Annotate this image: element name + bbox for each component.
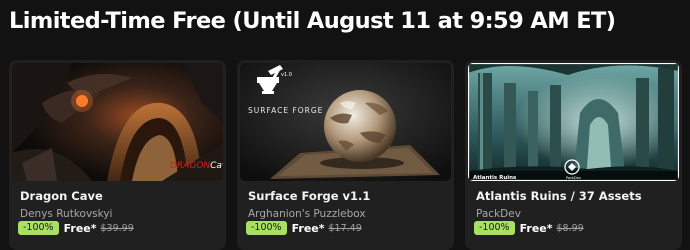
product-publisher[interactable]: PackDev	[476, 208, 521, 220]
atlantis-ruins-image: Atlantis Ruins PackDev	[468, 63, 679, 181]
product-thumbnail[interactable]: v1.0 SURFACE FORGE	[240, 63, 451, 181]
original-price: $8.99	[556, 222, 584, 234]
product-card-surface-forge[interactable]: v1.0 SURFACE FORGE Surface Forge v1.1 Ar…	[237, 60, 454, 250]
original-price: $17.49	[328, 222, 362, 234]
product-list: DRAGONCave Dragon Cave Denys Rutkovskyi …	[9, 60, 682, 250]
discount-badge: -100%	[18, 221, 59, 235]
product-card-dragon-cave[interactable]: DRAGONCave Dragon Cave Denys Rutkovskyi …	[9, 60, 226, 250]
dragon-cave-image: DRAGONCave	[12, 63, 223, 181]
dragon-cave-logo: DRAGONCave	[170, 161, 223, 171]
price-row: -100% Free* $17.49	[246, 221, 362, 235]
product-card-atlantis-ruins[interactable]: Atlantis Ruins PackDev Atlantis Ruins / …	[465, 60, 682, 250]
product-thumbnail[interactable]: Atlantis Ruins PackDev	[468, 63, 679, 181]
product-thumbnail[interactable]: DRAGONCave	[12, 63, 223, 181]
product-title[interactable]: Atlantis Ruins / 37 Assets	[476, 189, 642, 203]
version-label: v1.0	[281, 72, 292, 78]
page: Limited-Time Free (Until August 11 at 9:…	[0, 0, 690, 250]
current-price: Free*	[519, 221, 553, 235]
packdev-logo-text: PackDev	[566, 176, 581, 180]
product-publisher[interactable]: Arghanion's Puzzlebox	[248, 208, 366, 220]
product-title[interactable]: Dragon Cave	[20, 189, 103, 203]
discount-badge: -100%	[474, 221, 515, 235]
surface-forge-logo-text: SURFACE FORGE	[248, 106, 323, 115]
current-price: Free*	[291, 221, 325, 235]
product-title[interactable]: Surface Forge v1.1	[248, 189, 370, 203]
price-row: -100% Free* $8.99	[474, 221, 584, 235]
section-heading: Limited-Time Free (Until August 11 at 9:…	[9, 8, 616, 34]
product-publisher[interactable]: Denys Rutkovskyi	[20, 208, 112, 220]
surface-forge-image: v1.0 SURFACE FORGE	[240, 63, 451, 181]
price-row: -100% Free* $39.99	[18, 221, 134, 235]
current-price: Free*	[63, 221, 97, 235]
original-price: $39.99	[100, 222, 134, 234]
discount-badge: -100%	[246, 221, 287, 235]
